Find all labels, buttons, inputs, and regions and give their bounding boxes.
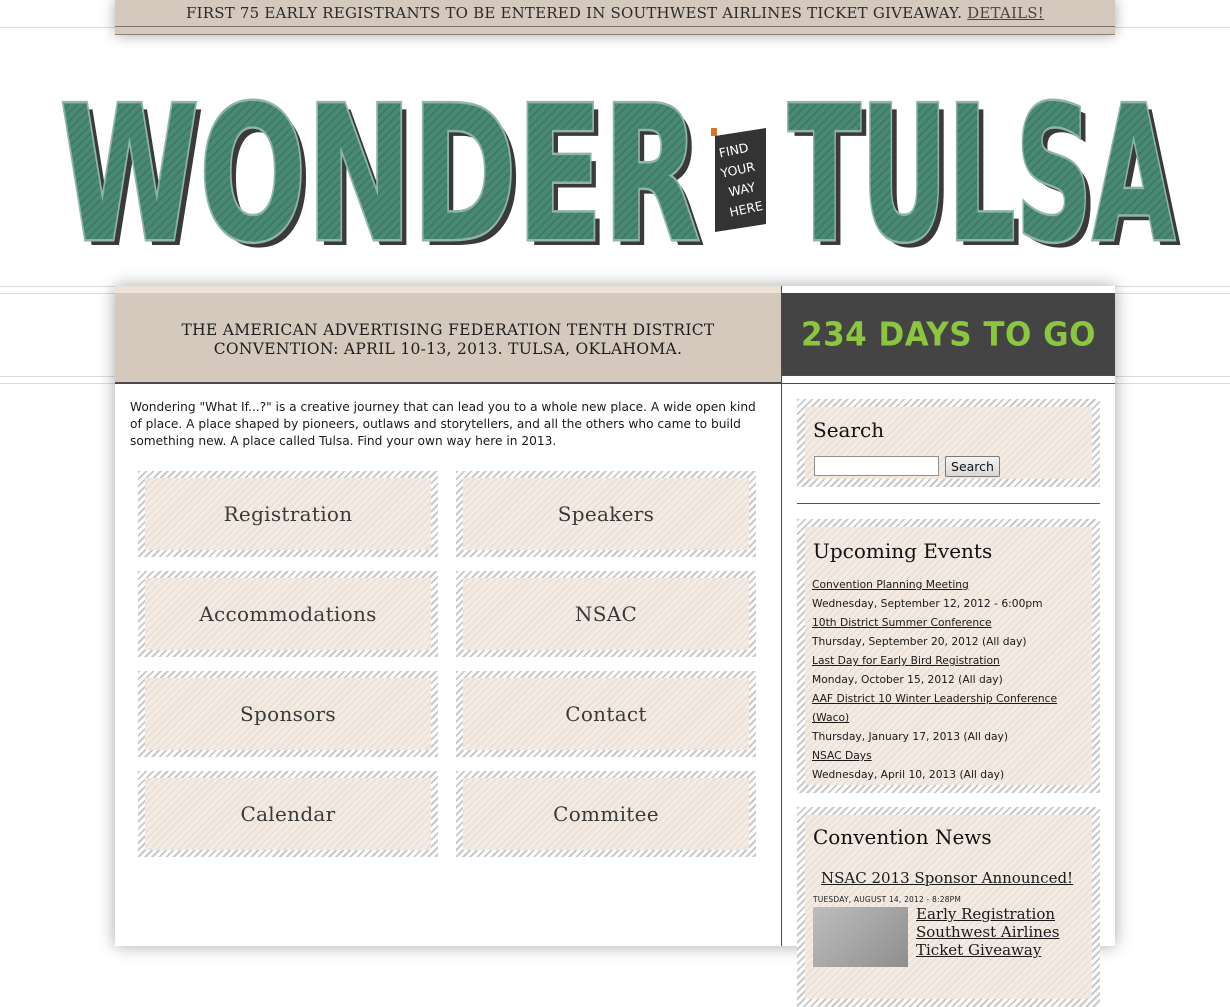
- nav-tile-accommodations[interactable]: Accommodations: [138, 571, 438, 657]
- news-date: TUESDAY, AUGUST 14, 2012 - 8:28PM: [813, 895, 962, 904]
- nav-tile-label[interactable]: Speakers: [463, 478, 749, 550]
- search-input[interactable]: [814, 456, 939, 476]
- news-headline-link[interactable]: NSAC 2013 Sponsor Announced!: [821, 869, 1073, 887]
- nav-tile-nsac[interactable]: NSAC: [456, 571, 756, 657]
- news-item-link[interactable]: Early Registration Southwest Airlines Ti…: [916, 905, 1086, 959]
- events-list: Convention Planning Meeting Wednesday, S…: [812, 575, 1072, 784]
- header-rule: [115, 383, 1115, 384]
- countdown-text: 234 DAYS TO GO: [801, 316, 1096, 354]
- nav-tile-registration[interactable]: Registration: [138, 471, 438, 557]
- logo-ribbon: FIND YOUR WAY HERE: [711, 128, 766, 232]
- events-title: Upcoming Events: [813, 539, 993, 563]
- intro-paragraph: Wondering "What If...?" is a creative jo…: [130, 400, 756, 448]
- event-link[interactable]: 10th District Summer Conference: [812, 613, 1072, 632]
- nav-tile-speakers[interactable]: Speakers: [456, 471, 756, 557]
- search-button[interactable]: Search: [945, 456, 1000, 477]
- nav-tile-committee[interactable]: Commitee: [456, 771, 756, 857]
- logo-word-wonder: WONDER: [60, 66, 700, 283]
- event-link[interactable]: Convention Planning Meeting: [812, 575, 1072, 594]
- nav-tile-contact[interactable]: Contact: [456, 671, 756, 757]
- search-title: Search: [813, 418, 885, 442]
- news-title: Convention News: [813, 825, 992, 849]
- main-content: THE AMERICAN ADVERTISING FEDERATION TENT…: [115, 286, 1115, 1007]
- event-date: Wednesday, September 12, 2012 - 6:00pm: [812, 597, 1043, 610]
- countdown-panel: 234 DAYS TO GO: [782, 293, 1115, 376]
- event-link[interactable]: Last Day for Early Bird Registration: [812, 651, 1072, 670]
- promo-text-line: FIRST 75 EARLY REGISTRANTS TO BE ENTERED…: [115, 4, 1115, 22]
- nav-tile-sponsors[interactable]: Sponsors: [138, 671, 438, 757]
- nav-tile-label[interactable]: Commitee: [463, 778, 749, 850]
- news-widget: Convention News NSAC 2013 Sponsor Announ…: [797, 807, 1100, 1007]
- promo-text: FIRST 75 EARLY REGISTRANTS TO BE ENTERED…: [186, 4, 963, 22]
- column-divider: [781, 286, 782, 946]
- nav-tile-label[interactable]: Sponsors: [145, 678, 431, 750]
- event-date: Thursday, September 20, 2012 (All day): [812, 635, 1027, 648]
- news-widget-body: Convention News NSAC 2013 Sponsor Announ…: [805, 815, 1092, 999]
- nav-tile-label[interactable]: Calendar: [145, 778, 431, 850]
- event-link[interactable]: NSAC Days: [812, 746, 1072, 765]
- events-widget: Upcoming Events Convention Planning Meet…: [797, 519, 1100, 793]
- nav-tile-calendar[interactable]: Calendar: [138, 771, 438, 857]
- nav-tile-label[interactable]: Contact: [463, 678, 749, 750]
- sidebar-rule: [797, 503, 1100, 504]
- promo-rule: [115, 26, 1115, 27]
- event-date: Thursday, January 17, 2013 (All day): [812, 730, 1009, 743]
- logo-graphic: WONDER TULSA WONDER TULSA FIND YOUR WAY …: [58, 64, 1182, 287]
- convention-tagline: THE AMERICAN ADVERTISING FEDERATION TENT…: [181, 321, 715, 358]
- news-thumbnail-image[interactable]: [813, 907, 908, 967]
- site-logo[interactable]: WONDER TULSA WONDER TULSA FIND YOUR WAY …: [0, 36, 1230, 287]
- event-date: Wednesday, April 10, 2013 (All day): [812, 768, 1005, 781]
- nav-tile-label[interactable]: Accommodations: [145, 578, 431, 650]
- tagline-panel: THE AMERICAN ADVERTISING FEDERATION TENT…: [115, 286, 781, 383]
- nav-tile-label[interactable]: Registration: [145, 478, 431, 550]
- logo-word-tulsa: TULSA: [788, 66, 1175, 283]
- promo-details-link[interactable]: DETAILS!: [967, 4, 1044, 22]
- search-widget: Search Search: [797, 399, 1100, 487]
- search-widget-body: Search Search: [805, 407, 1092, 479]
- event-date: Monday, October 15, 2012 (All day): [812, 673, 1003, 686]
- nav-tile-label[interactable]: NSAC: [463, 578, 749, 650]
- promo-banner: FIRST 75 EARLY REGISTRANTS TO BE ENTERED…: [115, 0, 1115, 35]
- event-link[interactable]: AAF District 10 Winter Leadership Confer…: [812, 689, 1072, 727]
- events-widget-body: Upcoming Events Convention Planning Meet…: [805, 527, 1092, 785]
